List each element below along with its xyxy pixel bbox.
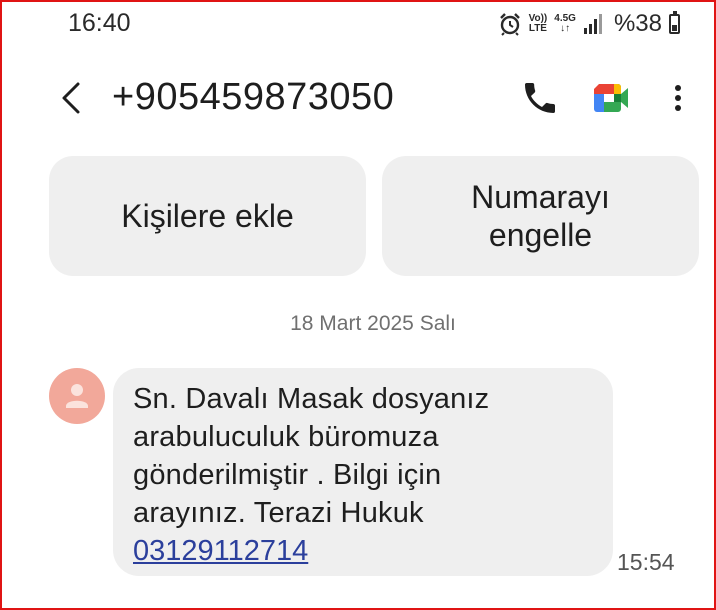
signal-icon: [583, 14, 602, 34]
volte-bottom-label: LTE: [528, 23, 547, 34]
battery-icon: [669, 11, 680, 34]
meet-video-icon[interactable]: [590, 80, 630, 116]
phone-icon[interactable]: [520, 78, 560, 118]
back-arrow-icon[interactable]: [52, 78, 92, 118]
message-line-1: Sn. Davalı Masak dosyanız: [133, 383, 490, 415]
network-arrows-label: ↓↑: [560, 23, 571, 34]
more-vertical-icon[interactable]: [664, 78, 692, 118]
block-number-label-line1: Numarayı: [471, 179, 610, 215]
message-bubble[interactable]: Sn. Davalı Masak dosyanız arabuluculuk b…: [113, 368, 613, 576]
date-separator: 18 Mart 2025 Salı: [290, 312, 456, 335]
block-number-button[interactable]: Numarayı engelle: [382, 156, 699, 276]
status-icons: Vo)) LTE 4.5G ↓↑ %38: [498, 10, 680, 38]
avatar[interactable]: [49, 368, 105, 424]
volte-icon: Vo)) LTE: [529, 14, 548, 34]
network-arrows-icon: 4.5G ↓↑: [554, 14, 576, 34]
phone-number-link[interactable]: 03129112714: [133, 532, 593, 570]
status-bar: 16:40 Vo)) LTE 4.5G ↓↑ %38: [0, 0, 716, 44]
block-number-label-line2: engelle: [488, 217, 593, 253]
battery-percent: %38: [613, 10, 662, 37]
person-icon: [66, 384, 88, 408]
message-line-2: arabuluculuk büromuza: [133, 421, 439, 453]
block-number-label: Numarayı engelle: [471, 178, 610, 254]
add-to-contacts-button[interactable]: Kişilere ekle: [49, 156, 366, 276]
alarm-icon: [499, 13, 520, 36]
add-to-contacts-label: Kişilere ekle: [121, 198, 294, 234]
conversation-header: +905459873050: [0, 70, 716, 130]
message-line-4: arayınız. Terazi Hukuk: [133, 497, 424, 529]
status-time: 16:40: [68, 9, 131, 37]
message-timestamp: 15:54: [617, 549, 675, 575]
message-line-3: gönderilmiştir . Bilgi için: [133, 459, 442, 491]
contact-phone-number: +905459873050: [112, 76, 395, 118]
